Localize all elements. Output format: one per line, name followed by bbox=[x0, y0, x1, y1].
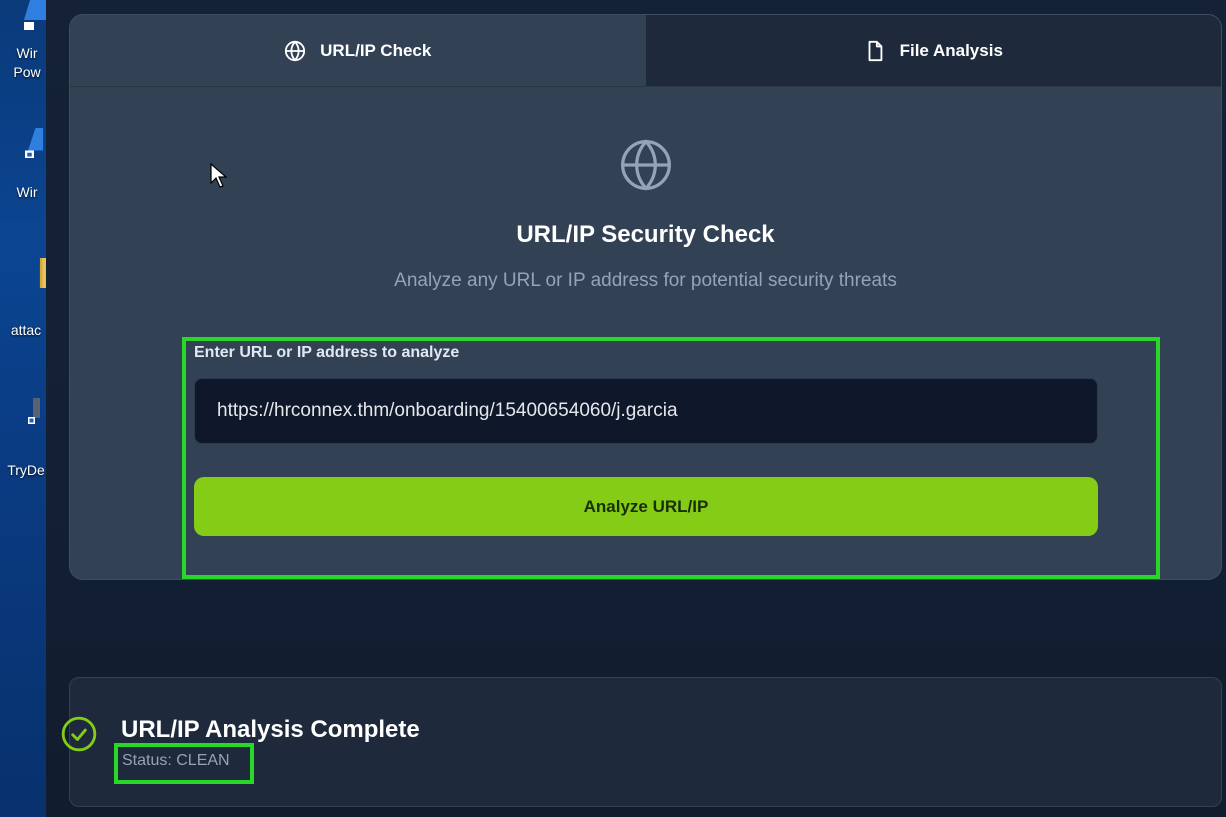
globe-icon bbox=[285, 39, 306, 62]
tab-url-ip-check-label: URL/IP Check bbox=[320, 40, 432, 60]
analyze-url-button[interactable]: Analyze URL/IP bbox=[194, 477, 1098, 536]
tab-bar: URL/IP Check File Analysis bbox=[70, 15, 1221, 87]
tab-file-analysis-label: File Analysis bbox=[899, 40, 1003, 60]
desktop-shortcut-windows[interactable]: Wir bbox=[0, 128, 46, 208]
folder-icon bbox=[39, 258, 46, 288]
desktop-label-1a: Wir bbox=[16, 45, 38, 61]
shortcut-app-icon bbox=[28, 398, 40, 424]
desktop-shortcut-trydetect[interactable]: TryDe bbox=[0, 398, 46, 488]
desktop-shortcut-powershell[interactable]: Wir Pow bbox=[0, 0, 46, 90]
url-input[interactable] bbox=[194, 378, 1098, 444]
mouse-cursor-icon bbox=[210, 163, 228, 188]
section-subtitle: Analyze any URL or IP address for potent… bbox=[394, 270, 897, 291]
powershell-icon bbox=[24, 0, 46, 30]
url-input-label: Enter URL or IP address to analyze bbox=[194, 344, 460, 361]
check-circle-icon bbox=[61, 716, 97, 752]
shortcut-app-icon bbox=[25, 128, 43, 158]
section-title: URL/IP Security Check bbox=[516, 221, 775, 248]
file-icon bbox=[868, 40, 882, 61]
app-window: URL/IP Check File Analysis URL/IP Securi… bbox=[46, 0, 1226, 817]
result-status: Status: CLEAN bbox=[122, 752, 230, 769]
tab-url-ip-check[interactable]: URL/IP Check bbox=[70, 15, 646, 86]
globe-icon bbox=[621, 139, 671, 191]
tab-file-analysis[interactable]: File Analysis bbox=[645, 15, 1221, 86]
annotation-highlight-form bbox=[182, 337, 1160, 579]
result-title: URL/IP Analysis Complete bbox=[121, 716, 420, 743]
desktop-label-4: TryDe bbox=[7, 462, 45, 478]
desktop-shortcut-attachment[interactable]: attac bbox=[0, 258, 46, 348]
desktop-label-1b: Pow bbox=[13, 64, 41, 80]
desktop-label-2: Wir bbox=[16, 184, 38, 200]
analysis-card: URL/IP Check File Analysis URL/IP Securi… bbox=[69, 14, 1222, 580]
desktop-label-3: attac bbox=[10, 322, 42, 338]
desktop-background: Wir Pow Wir attac TryDe bbox=[0, 0, 46, 817]
